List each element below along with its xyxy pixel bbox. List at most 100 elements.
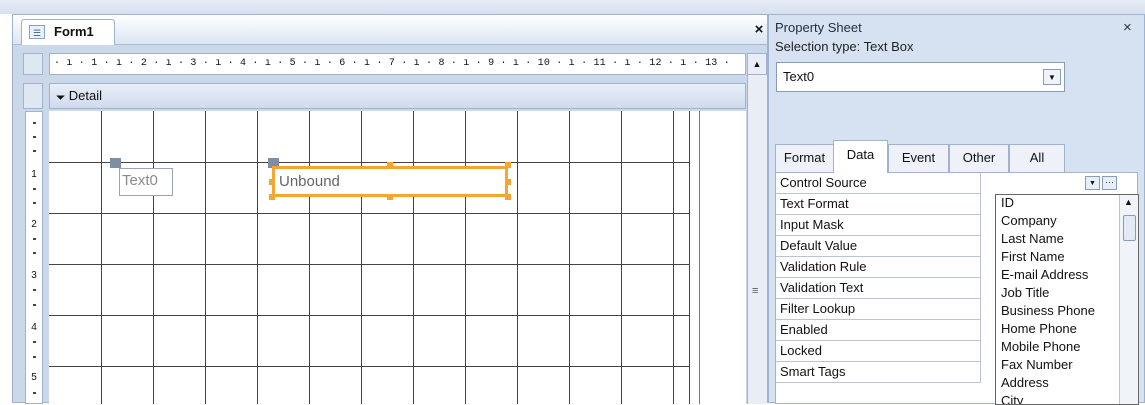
grid-line xyxy=(361,111,362,404)
property-input-mask[interactable]: Input Mask xyxy=(776,215,981,236)
grid-line xyxy=(413,111,414,404)
ruler-tick xyxy=(33,202,36,204)
form-width-edge[interactable] xyxy=(689,111,690,404)
field-dropdown-list[interactable]: ID Company Last Name First Name E-mail A… xyxy=(995,194,1139,405)
close-form-button[interactable]: × xyxy=(751,21,767,39)
selection-type-label: Selection type: Text Box xyxy=(775,39,914,54)
property-default-value[interactable]: Default Value xyxy=(776,236,981,257)
dropdown-option[interactable]: Address xyxy=(1001,375,1049,390)
document-tab-bar: ☰ Form1 × xyxy=(13,15,767,45)
form-icon: ☰ xyxy=(29,25,45,39)
property-smart-tags[interactable]: Smart Tags xyxy=(776,362,981,383)
ruler-number: 5 xyxy=(31,372,37,383)
property-filter-lookup[interactable]: Filter Lookup xyxy=(776,299,981,320)
horizontal-ruler[interactable]: · ı · 1 · ı · 2 · ı · 3 · ı · 4 · ı · 5 … xyxy=(49,53,746,75)
dropdown-option[interactable]: E-mail Address xyxy=(1001,267,1088,282)
tab-all[interactable]: All xyxy=(1009,144,1065,172)
form-background-area xyxy=(699,111,746,404)
section-arrow-icon: 🞃 xyxy=(56,88,66,103)
detail-section-bar[interactable]: 🞃 Detail xyxy=(49,83,746,109)
splitter-grip-icon[interactable]: ≡ xyxy=(752,285,762,297)
grid-line xyxy=(673,111,674,404)
tab-format[interactable]: Format xyxy=(775,144,834,172)
grid-line xyxy=(49,162,689,163)
chevron-down-icon[interactable]: ▼ xyxy=(1043,69,1061,85)
property-validation-rule[interactable]: Validation Rule xyxy=(776,257,981,278)
dropdown-scrollbar[interactable]: ▲ xyxy=(1119,195,1138,404)
property-enabled[interactable]: Enabled xyxy=(776,320,981,341)
control-source-value-field[interactable]: ▼ ··· xyxy=(981,173,1133,194)
resize-handle[interactable] xyxy=(269,194,275,200)
grid-line xyxy=(205,111,206,404)
ruler-number: 4 xyxy=(31,322,37,333)
resize-handle[interactable] xyxy=(387,162,393,168)
form-tab-title: Form1 xyxy=(54,24,94,39)
ruler-tick xyxy=(33,289,36,291)
vertical-scrollbar[interactable]: ≡ xyxy=(747,75,767,404)
property-grid: Control Source Text Format Input Mask De… xyxy=(775,172,1139,405)
tab-event[interactable]: Event xyxy=(888,144,949,172)
close-property-sheet-button[interactable]: × xyxy=(1123,19,1132,36)
ruler-tick xyxy=(33,304,36,306)
ruler-tick xyxy=(33,188,36,190)
grid-line xyxy=(309,111,310,404)
grid-line xyxy=(49,213,689,214)
property-validation-text[interactable]: Validation Text xyxy=(776,278,981,299)
dropdown-option[interactable]: Fax Number xyxy=(1001,357,1073,372)
dropdown-option[interactable]: First Name xyxy=(1001,249,1065,264)
builder-ellipsis-icon[interactable]: ··· xyxy=(1102,176,1117,190)
text0-label-control[interactable]: Text0 xyxy=(119,168,173,196)
dropdown-option[interactable]: Company xyxy=(1001,213,1057,228)
label-move-handle[interactable] xyxy=(110,158,121,168)
resize-handle[interactable] xyxy=(505,179,511,185)
vertical-ruler[interactable]: 1 2 3 4 5 xyxy=(25,111,43,404)
grid-line xyxy=(49,366,689,367)
form-design-window: ☰ Form1 × · ı · 1 · ı · 2 · ı · 3 · ı · … xyxy=(12,14,768,404)
resize-handle[interactable] xyxy=(505,162,511,168)
ruler-tick xyxy=(33,150,36,152)
property-text-format[interactable]: Text Format xyxy=(776,194,981,215)
scrollbar-thumb[interactable] xyxy=(1123,215,1136,241)
grid-line xyxy=(621,111,622,404)
ruler-tick xyxy=(33,341,36,343)
dropdown-option[interactable]: Mobile Phone xyxy=(1001,339,1081,354)
grid-line xyxy=(257,111,258,404)
tab-form1[interactable]: ☰ Form1 xyxy=(21,19,115,45)
dropdown-option[interactable]: Business Phone xyxy=(1001,303,1095,318)
scroll-up-arrow-icon[interactable]: ▲ xyxy=(1124,197,1133,207)
design-grid[interactable] xyxy=(49,111,746,404)
tab-data[interactable]: Data xyxy=(833,140,888,173)
resize-handle[interactable] xyxy=(387,194,393,200)
ruler-corner-select-form[interactable] xyxy=(23,53,43,75)
ruler-number: 2 xyxy=(31,219,37,230)
dropdown-option[interactable]: City xyxy=(1001,393,1023,404)
dropdown-option[interactable]: Home Phone xyxy=(1001,321,1077,336)
detail-section-label: Detail xyxy=(68,88,102,103)
grid-line xyxy=(153,111,154,404)
property-sheet-pane: Property Sheet × Selection type: Text Bo… xyxy=(768,14,1145,405)
dropdown-option[interactable]: Job Title xyxy=(1001,285,1049,300)
dropdown-option[interactable]: ID xyxy=(1001,195,1014,210)
scroll-up-arrow-icon[interactable]: ▲ xyxy=(747,53,767,75)
resize-handle[interactable] xyxy=(505,194,511,200)
section-selector[interactable] xyxy=(23,83,43,109)
ruler-tick xyxy=(33,356,36,358)
property-locked[interactable]: Locked xyxy=(776,341,981,362)
ruler-number: 1 xyxy=(31,169,37,180)
ruler-tick xyxy=(33,392,36,394)
selected-control-name: Text0 xyxy=(783,69,815,84)
control-selector-combo[interactable]: Text0 ▼ xyxy=(776,62,1065,92)
grid-line xyxy=(49,315,689,316)
grid-line xyxy=(101,111,102,404)
top-chrome-strip xyxy=(0,0,1145,14)
dropdown-option[interactable]: Last Name xyxy=(1001,231,1064,246)
chevron-down-icon[interactable]: ▼ xyxy=(1085,176,1100,190)
ruler-tick xyxy=(33,238,36,240)
ruler-tick xyxy=(33,252,36,254)
resize-handle[interactable] xyxy=(269,179,275,185)
tab-other[interactable]: Other xyxy=(949,144,1009,172)
grid-line xyxy=(517,111,518,404)
unbound-textbox-control[interactable]: Unbound xyxy=(272,166,508,197)
grid-line xyxy=(465,111,466,404)
property-control-source[interactable]: Control Source xyxy=(776,173,981,194)
